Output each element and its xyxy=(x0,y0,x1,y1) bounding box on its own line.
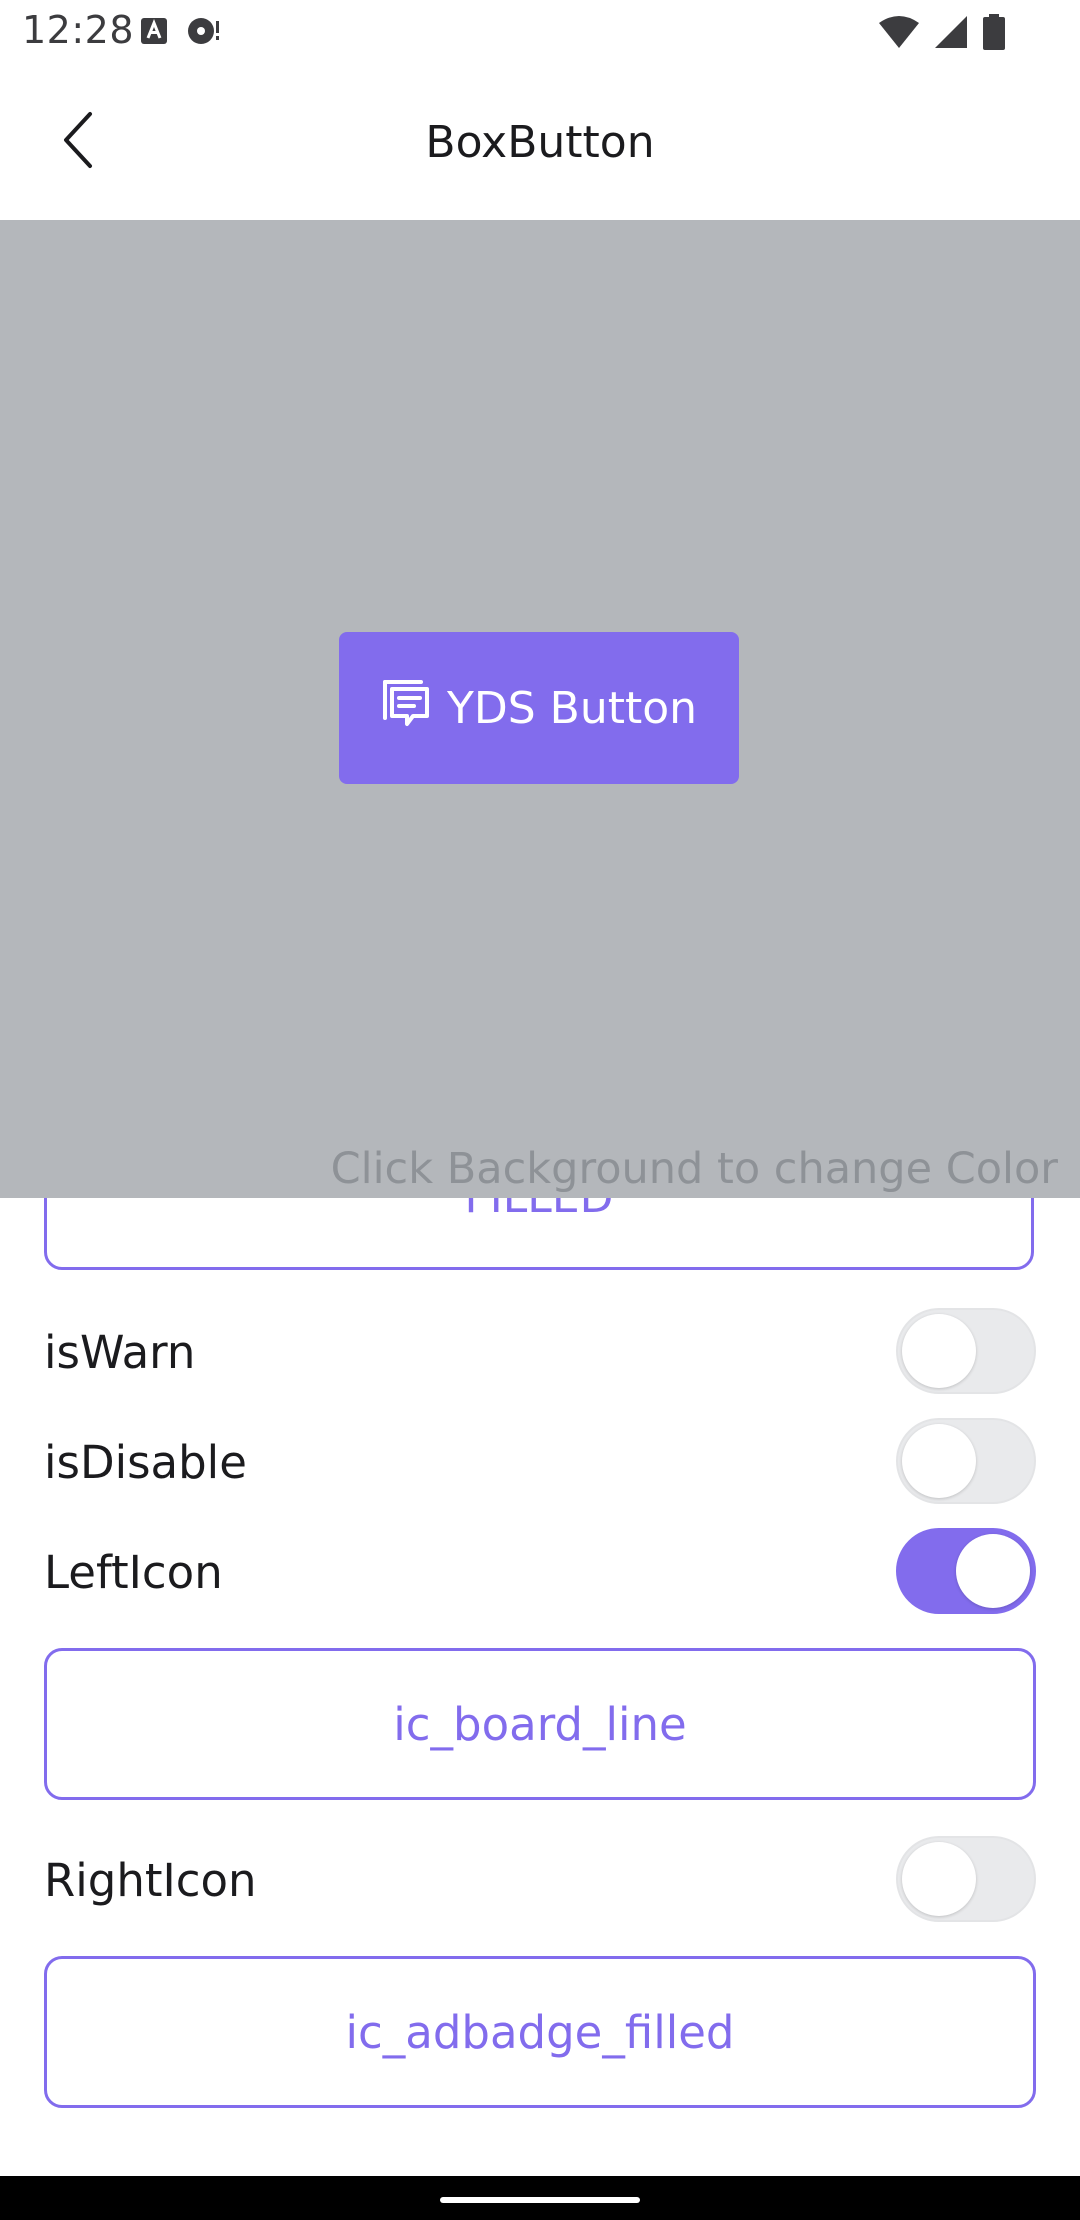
right-icon-label: RightIcon xyxy=(44,1854,257,1907)
sync-dot-icon xyxy=(186,16,222,50)
chevron-left-icon xyxy=(58,110,98,174)
left-icon-select[interactable]: ic_board_line xyxy=(44,1648,1036,1800)
wifi-icon xyxy=(878,15,920,53)
option-row-is-disable: isDisable xyxy=(44,1418,1036,1508)
board-line-icon xyxy=(381,678,431,739)
back-button[interactable] xyxy=(40,104,116,180)
switch-knob xyxy=(902,1842,976,1916)
option-row-left-icon: LeftIcon xyxy=(44,1528,1036,1618)
right-icon-switch[interactable] xyxy=(896,1836,1036,1922)
option-row-is-warn: isWarn xyxy=(44,1308,1036,1398)
is-warn-label: isWarn xyxy=(44,1326,196,1379)
home-indicator[interactable] xyxy=(440,2197,640,2203)
left-icon-label: LeftIcon xyxy=(44,1546,223,1599)
option-row-right-icon: RightIcon xyxy=(44,1836,1036,1926)
switch-knob xyxy=(902,1314,976,1388)
left-icon-switch[interactable] xyxy=(896,1528,1036,1614)
battery-icon xyxy=(982,14,1006,54)
status-icons-left xyxy=(140,16,222,50)
switch-knob xyxy=(956,1534,1030,1608)
right-icon-select[interactable]: ic_adbadge_filled xyxy=(44,1956,1036,2108)
status-icons-right xyxy=(878,14,1006,54)
button-type-select[interactable]: FILLED xyxy=(44,1198,1034,1270)
yds-preview-button[interactable]: YDS Button xyxy=(339,632,739,784)
cellular-signal-icon xyxy=(934,15,968,53)
switch-knob xyxy=(902,1424,976,1498)
status-time: 12:28 xyxy=(22,8,135,52)
yds-button-label: YDS Button xyxy=(446,682,698,734)
text-a-icon xyxy=(140,17,168,49)
status-bar: 12:28 xyxy=(0,0,1080,66)
system-nav-bar xyxy=(0,2176,1080,2220)
app-bar: BoxButton xyxy=(0,66,1080,220)
is-disable-label: isDisable xyxy=(44,1436,247,1489)
page-title: BoxButton xyxy=(425,117,655,168)
is-warn-switch[interactable] xyxy=(896,1308,1036,1394)
preview-hint-text: Click Background to change Color xyxy=(330,1144,1058,1194)
preview-background[interactable]: YDS Button Click Background to change Co… xyxy=(0,220,1080,1198)
options-panel: FILLED isWarn isDisable LeftIcon ic_boar… xyxy=(0,1198,1080,2176)
is-disable-switch[interactable] xyxy=(896,1418,1036,1504)
